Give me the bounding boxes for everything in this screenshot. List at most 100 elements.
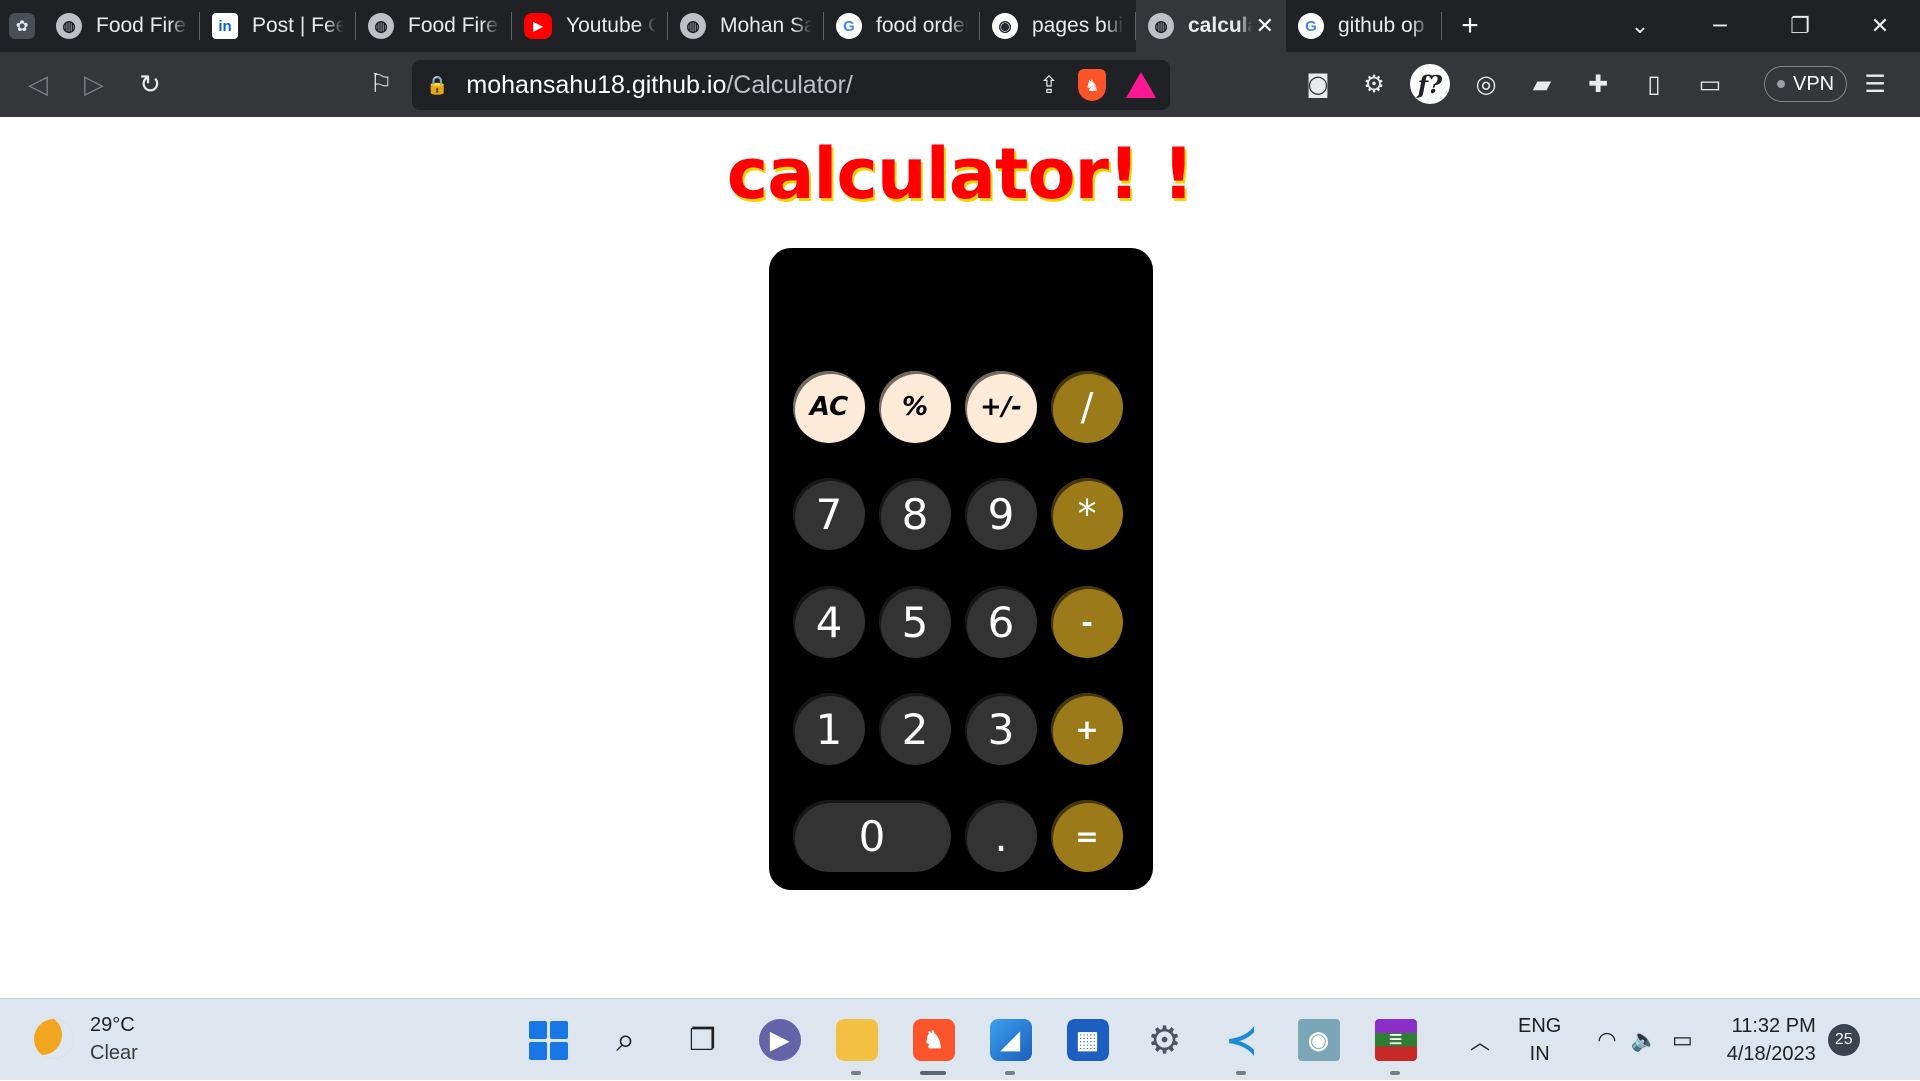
task-view-button[interactable]: ❐ (664, 999, 741, 1081)
target-extension-icon[interactable]: ◎ (1458, 56, 1514, 112)
tab-food-fire-2[interactable]: ◍ Food Fire (356, 0, 512, 52)
moon-icon (34, 1019, 74, 1059)
equals-button[interactable]: = (1051, 800, 1123, 872)
file-explorer-button[interactable] (818, 999, 895, 1081)
brave-shields-icon[interactable]: ♞ (1078, 69, 1106, 101)
language-indicator[interactable]: ENG IN (1518, 1012, 1561, 1068)
browser-toolbar: ◁ ▷ ↻ ⚐ 🔒 mohansahu18.github.io/Calculat… (0, 52, 1920, 117)
ac-button[interactable]: AC (793, 371, 865, 443)
settings-gear-extension-icon[interactable]: ⚙ (1346, 56, 1402, 112)
bookmark-icon[interactable]: ⚐ (353, 56, 409, 112)
browser-tab-strip: ✿ ◍ Food Fire in Post | Feed ◍ Food Fire… (0, 0, 1920, 52)
back-button[interactable]: ◁ (10, 57, 66, 113)
tab-youtube[interactable]: ▶ Youtube Channel (512, 0, 668, 52)
divide-button[interactable]: / (1051, 371, 1123, 443)
forward-button[interactable]: ▷ (66, 57, 122, 113)
tab-title: Food Fire (96, 14, 186, 37)
quick-settings[interactable]: ◠ 🔈 ▭ (1597, 1027, 1692, 1053)
url-host: mohansahu18.github.io (466, 70, 727, 99)
digit-2-button[interactable]: 2 (879, 693, 951, 765)
sign-toggle-button[interactable]: +/- (965, 371, 1037, 443)
settings-button[interactable]: ⚙ (1126, 999, 1203, 1081)
chevron-up-icon[interactable]: ︿ (1470, 1026, 1490, 1055)
vscode-button[interactable]: ≺ (1203, 999, 1280, 1081)
tab-title: github op (1338, 14, 1425, 37)
url-path: /Calculator/ (726, 70, 853, 99)
puzzle-extensions-icon[interactable]: ✚ (1570, 56, 1626, 112)
digit-4-button[interactable]: 4 (793, 586, 865, 658)
notification-badge[interactable]: 25 (1827, 1024, 1860, 1056)
tab-food-order[interactable]: G food order (824, 0, 980, 52)
windows-taskbar: 29°C Clear ⌕ ❐ ▶ ♞ ◢ ▦ ⚙ ≺ ◉ ≡ ︿ ENG IN … (0, 998, 1920, 1080)
battery-icon: ▭ (1671, 1027, 1693, 1052)
brave-browser-button[interactable]: ♞ (895, 999, 972, 1081)
start-button[interactable] (510, 999, 587, 1081)
task-view-icon: ❐ (689, 1023, 716, 1057)
github-icon: ◉ (992, 13, 1018, 39)
multiply-button[interactable]: * (1051, 478, 1123, 550)
chatgpt-app-icon[interactable]: ✿ (0, 0, 44, 52)
digit-1-button[interactable]: 1 (793, 693, 865, 765)
window-controls: ⌄ ─ ❐ ✕ (1600, 0, 1920, 52)
digit-3-button[interactable]: 3 (965, 693, 1037, 765)
system-tray: ︿ ENG IN ◠ 🔈 ▭ 11:32 PM 4/18/2023 25 (1470, 999, 1860, 1081)
menu-icon[interactable]: ☰ (1847, 56, 1903, 112)
digit-0-button[interactable]: 0 (793, 800, 951, 872)
windows-logo-icon (529, 1020, 568, 1060)
teams-chat-button[interactable]: ▶ (741, 999, 818, 1081)
weather-widget[interactable]: 29°C Clear (34, 1011, 138, 1067)
clock[interactable]: 11:32 PM 4/18/2023 (1727, 1012, 1816, 1068)
tab-search-chevron-icon[interactable]: ⌄ (1600, 0, 1680, 52)
vscode-icon: ≺ (1225, 1019, 1258, 1062)
winrar-button[interactable]: ≡ (1357, 999, 1434, 1081)
restore-button[interactable]: ❐ (1760, 0, 1840, 52)
minimize-button[interactable]: ─ (1680, 0, 1760, 52)
microsoft-store-button[interactable]: ▦ (1049, 999, 1126, 1081)
language-primary: ENG (1518, 1015, 1562, 1037)
add-button[interactable]: + (1051, 693, 1123, 765)
brave-rewards-icon[interactable] (1126, 72, 1156, 98)
digit-9-button[interactable]: 9 (965, 478, 1037, 550)
share-icon[interactable]: ⇪ (1028, 64, 1070, 106)
percent-button[interactable]: % (879, 371, 951, 443)
subtract-button[interactable]: - (1051, 586, 1123, 658)
search-button[interactable]: ⌕ (587, 999, 664, 1081)
folder-icon (835, 1019, 878, 1061)
taskbar-apps: ⌕ ❐ ▶ ♞ ◢ ▦ ⚙ ≺ ◉ ≡ (510, 999, 1434, 1081)
calculator-display (789, 264, 1133, 354)
vpn-button[interactable]: VPN (1764, 66, 1848, 102)
digit-5-button[interactable]: 5 (879, 586, 951, 658)
decimal-button[interactable]: . (965, 800, 1037, 872)
digit-8-button[interactable]: 8 (879, 478, 951, 550)
wallet-icon[interactable]: ▭ (1682, 56, 1738, 112)
new-tab-button[interactable]: + (1442, 0, 1498, 52)
vpn-status-dot (1777, 80, 1785, 88)
photos-button[interactable]: ◢ (972, 999, 1049, 1081)
close-tab-icon[interactable]: ✕ (1256, 13, 1274, 39)
url-text[interactable]: mohansahu18.github.io/Calculator/ (466, 71, 1028, 100)
digit-6-button[interactable]: 6 (965, 586, 1037, 658)
youtube-icon: ▶ (524, 13, 552, 39)
tab-pages-build[interactable]: ◉ pages build (980, 0, 1136, 52)
linkedin-icon: in (212, 13, 238, 39)
address-bar[interactable]: 🔒 mohansahu18.github.io/Calculator/ ⇪ ♞ (412, 60, 1170, 110)
tab-calculator-active[interactable]: ◍ calculator ✕ (1136, 0, 1286, 52)
sidebar-toggle-icon[interactable]: ▯ (1626, 56, 1682, 112)
digit-7-button[interactable]: 7 (793, 478, 865, 550)
reload-button[interactable]: ↻ (122, 57, 178, 113)
volume-icon: 🔈 (1630, 1027, 1658, 1052)
brave-lion-icon: ♞ (912, 1019, 955, 1061)
tab-github-op[interactable]: G github op (1286, 0, 1442, 52)
calculator: AC % +/- / 7 8 9 * 4 5 6 - 1 2 3 + 0 . = (769, 248, 1153, 890)
tab-mohan-sahu[interactable]: ◍ Mohan Sahu (668, 0, 824, 52)
tab-food-fire-1[interactable]: ◍ Food Fire (44, 0, 200, 52)
tab-linkedin-post[interactable]: in Post | Feed (200, 0, 356, 52)
clock-time: 11:32 PM (1731, 1015, 1816, 1037)
running-indicator (1236, 1071, 1246, 1075)
dark-extension-icon[interactable]: ▰ (1514, 56, 1570, 112)
app-launcher-button[interactable]: ◉ (1280, 999, 1357, 1081)
glasses-extension-icon[interactable]: ◙ (1290, 56, 1346, 112)
tab-title: Post | Feed (252, 14, 344, 37)
font-finder-extension-icon[interactable]: f? (1402, 56, 1458, 112)
close-window-button[interactable]: ✕ (1840, 0, 1920, 52)
